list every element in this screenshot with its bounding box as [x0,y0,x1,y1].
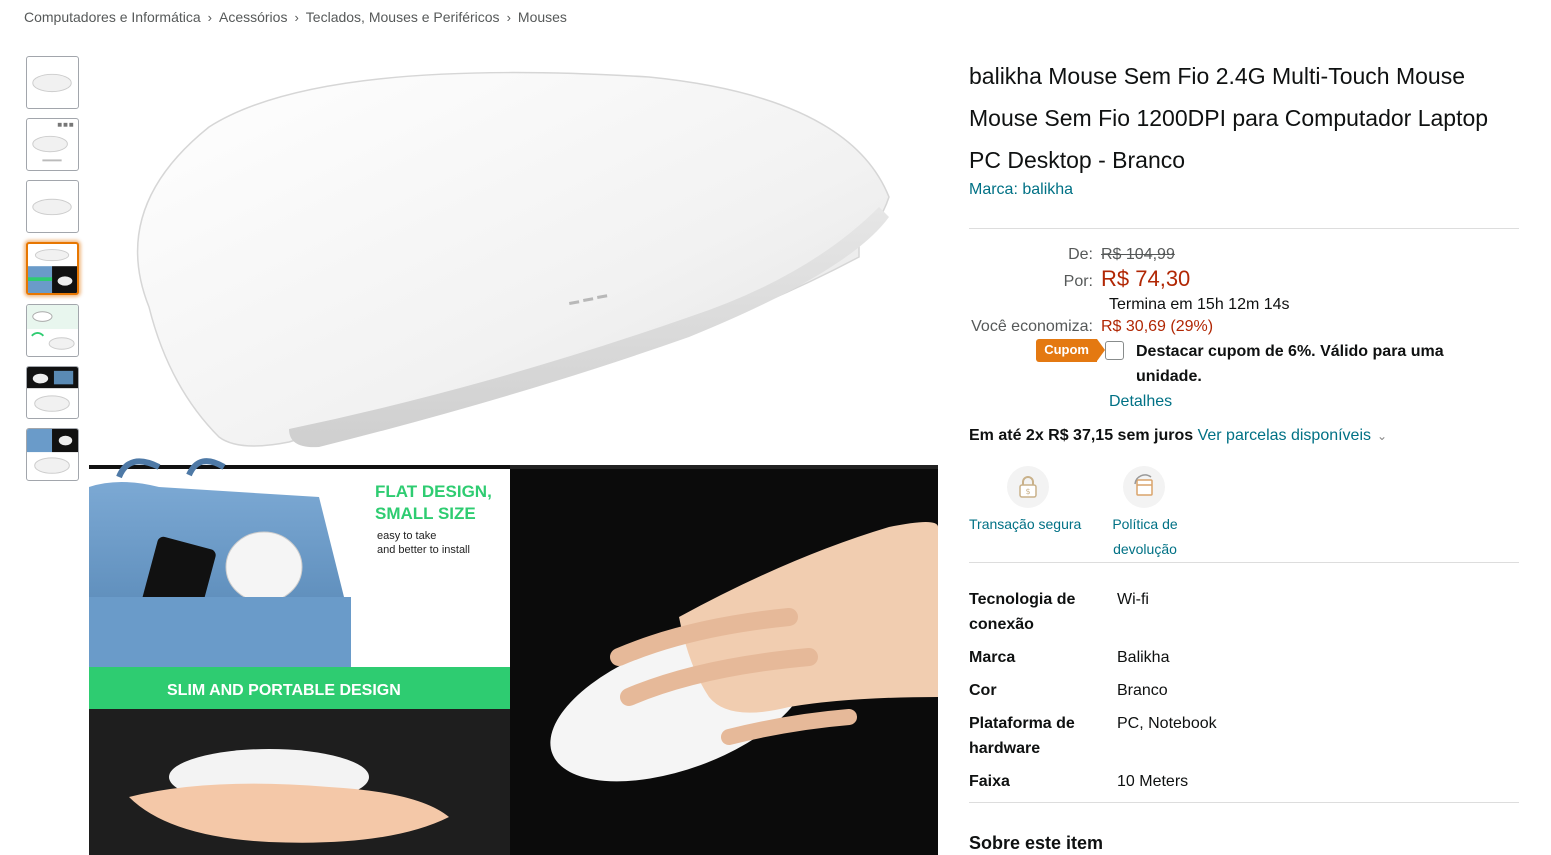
mouse-hero-illustration [136,71,890,448]
breadcrumb-item-acessorios[interactable]: Acessórios [219,9,287,25]
breadcrumb-item-computadores[interactable]: Computadores e Informática [24,9,201,25]
spec-row: Plataforma de hardware PC, Notebook [969,711,1519,761]
image-thumbnail-list [26,56,80,490]
installments-row: Em até 2x R$ 37,15 sem juros Ver parcela… [969,424,1519,448]
badge-secure-transaction[interactable]: $ Transação segura [969,466,1109,562]
main-product-image[interactable]: FLAT DESIGN, SMALL SIZE easy to take and… [89,57,938,855]
banner-title-line2: SMALL SIZE [375,504,476,523]
spec-row: Tecnologia de conexão Wi-fi [969,587,1519,637]
chevron-down-icon[interactable]: ⌄ [1377,429,1387,443]
breadcrumb-separator: › [207,9,212,25]
divider [969,802,1519,803]
svg-text:$: $ [1025,487,1030,496]
lock-icon: $ [1007,466,1049,508]
price-de-row: De: R$ 104,99 [969,246,1519,264]
coupon-badge-wrap: Cupom [969,339,1105,362]
banner-strip-text: SLIM AND PORTABLE DESIGN [167,682,401,699]
breadcrumb-item-mouses[interactable]: Mouses [518,9,567,25]
coupon-badge: Cupom [1036,339,1105,362]
price-por-label: Por: [1063,273,1093,290]
coupon-details-link[interactable]: Detalhes [1109,389,1172,415]
product-title-line1: balikha Mouse Sem Fio 2.4G Multi-Touch M… [969,63,1465,89]
spec-value: Branco [1117,682,1168,699]
thumbnail-7[interactable] [26,428,79,481]
breadcrumb-separator: › [506,9,511,25]
price-por-row: Por: R$ 74,30 [969,266,1519,292]
thumbnail-5[interactable] [26,304,79,357]
thumbnail-2[interactable] [26,118,79,171]
thumbnail-4-active[interactable] [26,242,79,295]
coupon-row: Cupom Destacar cupom de 6%. Válido para … [969,339,1519,389]
banner-sub-line2: and better to install [377,544,470,556]
divider [969,562,1519,563]
breadcrumb-separator: › [294,9,299,25]
brand-link[interactable]: Marca: balikha [969,179,1073,201]
coupon-text[interactable]: Destacar cupom de 6%. Válido para uma un… [1136,339,1506,389]
product-title-line3: PC Desktop - Branco [969,147,1186,173]
thumbnail-6[interactable] [26,366,79,419]
spec-key: Marca [969,649,1016,666]
badge-return-label[interactable]: Política de devolução [1109,512,1181,562]
about-heading: Sobre este item [969,833,1104,853]
return-icon [1123,466,1165,508]
product-title-line2: Mouse Sem Fio 1200DPI para Computador La… [969,105,1489,131]
divider [969,228,1519,229]
spec-key: Cor [969,682,997,699]
installments-text: Em até 2x R$ 37,15 sem juros [969,427,1194,444]
price-list-value: R$ 104,99 [1101,246,1175,263]
price-de-label: De: [1068,246,1093,263]
spec-key: Tecnologia de conexão [969,591,1076,633]
spec-row: Cor Branco [969,678,1519,703]
spec-value: PC, Notebook [1117,715,1217,732]
thumbnail-1[interactable] [26,56,79,109]
spec-row: Faixa 10 Meters [969,769,1519,794]
breadcrumb-item-teclados[interactable]: Teclados, Mouses e Periféricos [306,9,500,25]
spec-key: Plataforma de hardware [969,715,1075,757]
coupon-checkbox[interactable] [1105,341,1124,360]
price-save-value: R$ 30,69 (29%) [1101,318,1214,335]
spec-key: Faixa [969,773,1010,790]
price-block: De: R$ 104,99 Por: R$ 74,30 Termina em 1… [969,246,1519,415]
spec-row: Marca Balikha [969,645,1519,670]
price-save-row: Você economiza: R$ 30,69 (29%) [969,318,1519,336]
spec-value: Balikha [1117,649,1170,666]
badge-return-policy[interactable]: Política de devolução [1109,466,1249,562]
product-title: balikha Mouse Sem Fio 2.4G Multi-Touch M… [969,55,1519,181]
breadcrumb: Computadores e Informática › Acessórios … [24,9,567,25]
banner-title-line1: FLAT DESIGN, [375,482,492,501]
price-current-value: R$ 74,30 [1101,266,1191,291]
trust-badges: $ Transação segura Política de devolução [969,466,1519,562]
product-info-panel: balikha Mouse Sem Fio 2.4G Multi-Touch M… [969,55,1519,854]
specs-table: Tecnologia de conexão Wi-fi Marca Balikh… [969,587,1519,794]
deal-countdown: Termina em 15h 12m 14s [1109,296,1290,313]
badge-secure-label[interactable]: Transação segura [969,512,1081,537]
hand-mouse-panel [510,465,938,855]
banner-sub-line1: easy to take [377,530,436,542]
price-save-label: Você economiza: [971,318,1093,335]
spec-value: Wi-fi [1117,591,1149,608]
thumbnail-3[interactable] [26,180,79,233]
installments-link[interactable]: Ver parcelas disponíveis [1198,427,1371,444]
spec-value: 10 Meters [1117,773,1189,790]
